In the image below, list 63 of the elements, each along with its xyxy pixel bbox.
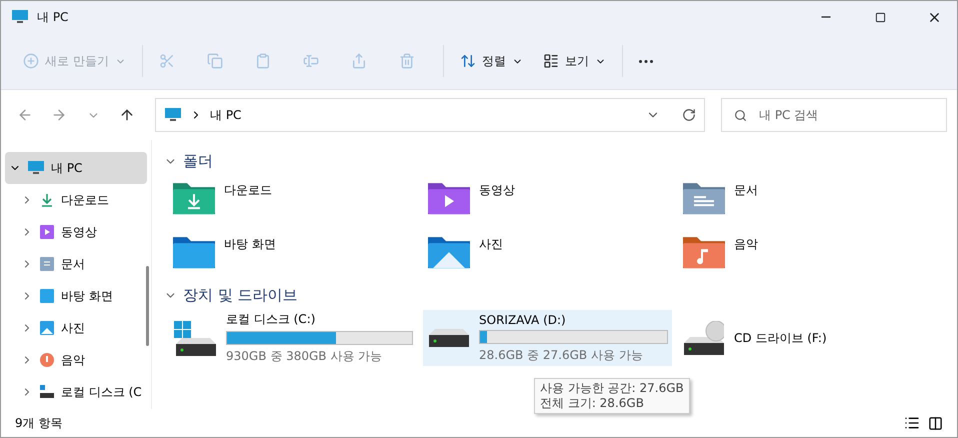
- section-title: 장치 및 드라이브: [183, 286, 298, 304]
- computer-icon: [164, 107, 182, 123]
- details-view-icon[interactable]: [904, 415, 920, 431]
- forward-icon: [51, 107, 67, 123]
- folder-name[interactable]: 사진: [479, 236, 503, 253]
- item-count: 9개 항목: [15, 414, 64, 432]
- tiles-view-icon[interactable]: [928, 416, 943, 430]
- system-drive-icon: [174, 320, 216, 356]
- drive-icon: [429, 329, 469, 347]
- sidebar-item[interactable]: 바탕 화면: [5, 280, 147, 312]
- folder-name[interactable]: 바탕 화면: [224, 236, 276, 253]
- search-icon: [734, 108, 747, 122]
- sort-icon: [460, 53, 476, 69]
- computer-icon: [11, 9, 29, 25]
- document-icon: [39, 256, 55, 272]
- photo-folder-icon: [427, 234, 471, 270]
- folder-name[interactable]: 다운로드: [224, 182, 272, 199]
- address-bar[interactable]: 내 PC: [155, 98, 705, 132]
- drive-item[interactable]: CD 드라이브 (F:): [678, 310, 927, 366]
- more-icon: [638, 60, 653, 62]
- folder-name[interactable]: 음악: [734, 236, 758, 253]
- copy-icon: [206, 53, 223, 69]
- folder-icon: [172, 234, 216, 270]
- sidebar-item[interactable]: 사진: [5, 312, 147, 344]
- folder-name[interactable]: 문서: [734, 182, 758, 199]
- window-title: 내 PC: [37, 8, 70, 26]
- back-icon: [17, 107, 33, 123]
- plus-icon: [23, 53, 39, 69]
- cd-drive-icon: [684, 321, 724, 355]
- folder-name[interactable]: 동영상: [479, 182, 515, 199]
- download-icon: [39, 192, 55, 208]
- sidebar-item[interactable]: 문서: [5, 248, 147, 280]
- sidebar-item[interactable]: 음악: [5, 344, 147, 376]
- download-folder-icon: [172, 180, 216, 216]
- document-folder-icon: [682, 180, 726, 216]
- clipboard-icon: [254, 53, 271, 69]
- text-cursor-icon: [302, 53, 319, 69]
- tooltip: 사용 가능한 공간: 27.6GB 전체 크기: 28.6GB: [534, 378, 690, 414]
- computer-icon: [27, 160, 45, 176]
- sort-button[interactable]: 정렬: [452, 43, 531, 79]
- trash-icon: [398, 53, 415, 69]
- search-field[interactable]: 내 PC 검색: [721, 98, 947, 132]
- sidebar-item[interactable]: 로컬 디스크 (C: [5, 376, 147, 408]
- video-icon: [39, 224, 55, 240]
- share-icon: [350, 53, 367, 69]
- section-title: 폴더: [183, 152, 213, 170]
- address-path: 내 PC: [210, 106, 242, 124]
- sidebar-item[interactable]: 동영상: [5, 216, 147, 248]
- sidebar-item[interactable]: 내 PC: [5, 152, 147, 184]
- scrollbar[interactable]: [146, 266, 149, 346]
- music-folder-icon: [682, 234, 726, 270]
- scissors-icon: [158, 53, 175, 69]
- refresh-icon[interactable]: [682, 108, 696, 122]
- maximize-icon: [874, 12, 886, 22]
- view-button[interactable]: 보기: [534, 43, 614, 79]
- drive-icon: [39, 384, 55, 400]
- drive-item[interactable]: SORIZAVA (D:) 28.6GB 중 27.6GB 사용 가능: [423, 310, 672, 366]
- list-icon: [542, 53, 559, 69]
- up-icon: [119, 107, 135, 123]
- video-folder-icon: [427, 180, 471, 216]
- drive-item[interactable]: 로컬 디스크 (C:) 930GB 중 380GB 사용 가능: [168, 310, 417, 366]
- sidebar-item[interactable]: 다운로드: [5, 184, 147, 216]
- photo-icon: [39, 320, 55, 336]
